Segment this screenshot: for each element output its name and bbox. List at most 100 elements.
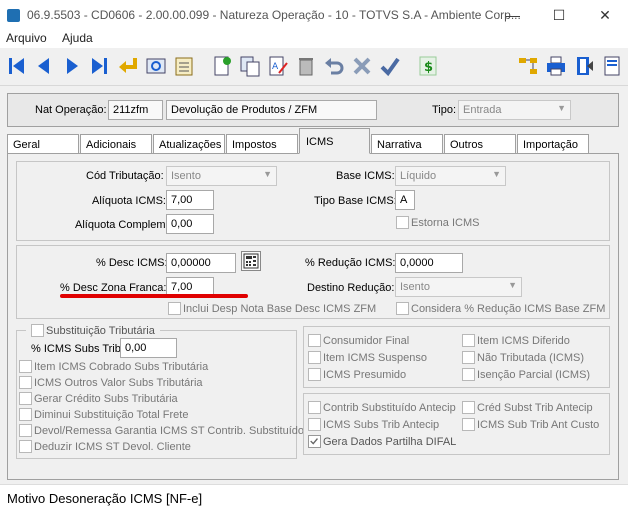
gera-dados-partilha-checkbox[interactable] — [308, 435, 321, 448]
copy-record-icon[interactable] — [238, 54, 262, 78]
subst-option-checkbox[interactable] — [19, 440, 32, 453]
delete-record-icon[interactable] — [294, 54, 318, 78]
subst-option-checkbox[interactable] — [19, 376, 32, 389]
consumidor-final-label: Consumidor Final — [323, 335, 410, 347]
icms-sub-trib-ant-custo-label: ICMS Sub Trib Ant Custo — [477, 419, 600, 431]
estorna-icms-checkbox[interactable] — [396, 216, 409, 229]
highlight-underline — [60, 294, 248, 298]
nat-operacao-label: Nat Operação: — [35, 104, 107, 116]
tipo-base-icms-field[interactable]: A — [395, 190, 415, 210]
tab-adicionais[interactable]: Adicionais — [80, 134, 152, 153]
subst-option-label: Deduzir ICMS ST Devol. Cliente — [34, 441, 191, 453]
tab-impostos[interactable]: Impostos — [226, 134, 298, 153]
help-icon[interactable] — [600, 54, 624, 78]
search-icon[interactable] — [144, 54, 168, 78]
considera-reducao-label: Considera % Redução ICMS Base ZFM — [411, 303, 606, 315]
subst-option-label: ICMS Outros Valor Subs Tributária — [34, 377, 203, 389]
next-record-icon[interactable] — [60, 54, 84, 78]
new-record-icon[interactable] — [210, 54, 234, 78]
destino-reducao-select[interactable]: Isento ▼ — [395, 277, 522, 297]
tipo-select[interactable]: Entrada ▼ — [458, 100, 571, 120]
consumidor-final-checkbox[interactable] — [308, 334, 321, 347]
considera-reducao-checkbox[interactable] — [396, 302, 409, 315]
icms-sub-trib-ant-custo-checkbox[interactable] — [462, 418, 475, 431]
first-record-icon[interactable] — [5, 54, 29, 78]
item-icms-diferido-label: Item ICMS Diferido — [477, 335, 570, 347]
calculator-icon — [243, 253, 259, 269]
subst-option-checkbox[interactable] — [19, 392, 32, 405]
perc-icms-subs-trib-label: % ICMS Subs Trib: — [31, 343, 124, 355]
cred-subst-trib-label: Créd Subst Trib Antecip — [477, 402, 593, 414]
status-bar: Motivo Desoneração ICMS [NF-e] — [0, 484, 628, 509]
subst-tributaria-checkbox[interactable] — [31, 324, 44, 337]
svg-text:$: $ — [424, 60, 433, 75]
list-icon[interactable] — [172, 54, 196, 78]
svg-text:A: A — [272, 62, 279, 72]
chevron-down-icon: ▼ — [508, 280, 517, 290]
goto-record-icon[interactable] — [116, 54, 140, 78]
destino-reducao-label: Destino Redução: — [307, 282, 395, 294]
reducao-icms-label: % Redução ICMS: — [305, 257, 396, 269]
exit-icon[interactable] — [572, 54, 596, 78]
aliquota-icms-field[interactable]: 7,00 — [166, 190, 214, 210]
subst-option-checkbox[interactable] — [19, 424, 32, 437]
menu-ajuda[interactable]: Ajuda — [62, 31, 93, 45]
cred-subst-trib-checkbox[interactable] — [462, 401, 475, 414]
currency-icon[interactable]: $ — [416, 54, 440, 78]
chevron-down-icon: ▼ — [263, 169, 272, 179]
tab-outros[interactable]: Outros — [444, 134, 516, 153]
tab-atualizacoes[interactable]: Atualizações — [153, 134, 225, 153]
nao-tributada-checkbox[interactable] — [462, 351, 475, 364]
title-bar: 06.9.5503 - CD0606 - 2.00.00.099 - Natur… — [0, 0, 628, 30]
nat-operacao-code-field[interactable]: 211zfm — [108, 100, 163, 120]
tab-icms[interactable]: ICMS — [299, 128, 370, 154]
cod-tributacao-label: Cód Tributação: — [86, 170, 164, 182]
previous-record-icon[interactable] — [32, 54, 56, 78]
inclui-desp-checkbox[interactable] — [168, 302, 181, 315]
confirm-icon[interactable] — [378, 54, 402, 78]
subst-option-label: Devol/Remessa Garantia ICMS ST Contrib. … — [34, 425, 305, 437]
edit-record-icon[interactable]: A — [266, 54, 290, 78]
tab-importacao[interactable]: Importação — [517, 134, 589, 153]
item-icms-suspenso-label: Item ICMS Suspenso — [323, 352, 427, 364]
checkmark-icon — [310, 438, 318, 445]
desc-icms-label: % Desc ICMS: — [96, 257, 168, 269]
structure-icon[interactable] — [516, 54, 540, 78]
calculator-button[interactable] — [241, 251, 261, 271]
contrib-substituido-checkbox[interactable] — [308, 401, 321, 414]
nat-operacao-desc-field[interactable]: Devolução de Produtos / ZFM — [166, 100, 377, 120]
menu-arquivo[interactable]: Arquivo — [6, 31, 47, 45]
isencao-parcial-checkbox[interactable] — [462, 368, 475, 381]
item-icms-diferido-checkbox[interactable] — [462, 334, 475, 347]
maximize-button[interactable]: ☐ — [536, 0, 582, 30]
item-icms-suspenso-checkbox[interactable] — [308, 351, 321, 364]
base-icms-label: Base ICMS: — [336, 170, 395, 182]
cancel-icon[interactable] — [350, 54, 374, 78]
tipo-label: Tipo: — [432, 104, 457, 116]
tab-narrativa[interactable]: Narrativa — [371, 134, 443, 153]
app-icon — [7, 9, 20, 22]
contrib-substituido-label: Contrib Substituído Antecip — [323, 402, 456, 414]
desc-icms-field[interactable]: 0,00000 — [166, 253, 236, 273]
subst-option-checkbox[interactable] — [19, 408, 32, 421]
base-icms-select[interactable]: Líquido ▼ — [395, 166, 506, 186]
aliquota-complem-field[interactable]: 0,00 — [166, 214, 214, 234]
print-icon[interactable] — [544, 54, 568, 78]
close-button[interactable]: ✕ — [582, 0, 628, 30]
icms-subs-trib-antecip-checkbox[interactable] — [308, 418, 321, 431]
last-record-icon[interactable] — [87, 54, 111, 78]
undo-icon[interactable] — [322, 54, 346, 78]
tipo-select-value: Entrada — [463, 104, 502, 116]
perc-icms-subs-trib-field[interactable]: 0,00 — [120, 338, 177, 358]
subst-option-checkbox[interactable] — [19, 360, 32, 373]
minimize-button[interactable]: — — [490, 0, 536, 30]
base-icms-value: Líquido — [400, 170, 437, 182]
gera-dados-partilha-label: Gera Dados Partilha DIFAL — [323, 436, 457, 448]
chevron-down-icon: ▼ — [492, 169, 501, 179]
icms-presumido-checkbox[interactable] — [308, 368, 321, 381]
cod-tributacao-value: Isento — [171, 170, 201, 182]
subst-option-label: Gerar Crédito Subs Tributária — [34, 393, 178, 405]
reducao-icms-field[interactable]: 0,0000 — [395, 253, 463, 273]
cod-tributacao-select[interactable]: Isento ▼ — [166, 166, 277, 186]
tab-geral[interactable]: Geral — [7, 134, 79, 153]
